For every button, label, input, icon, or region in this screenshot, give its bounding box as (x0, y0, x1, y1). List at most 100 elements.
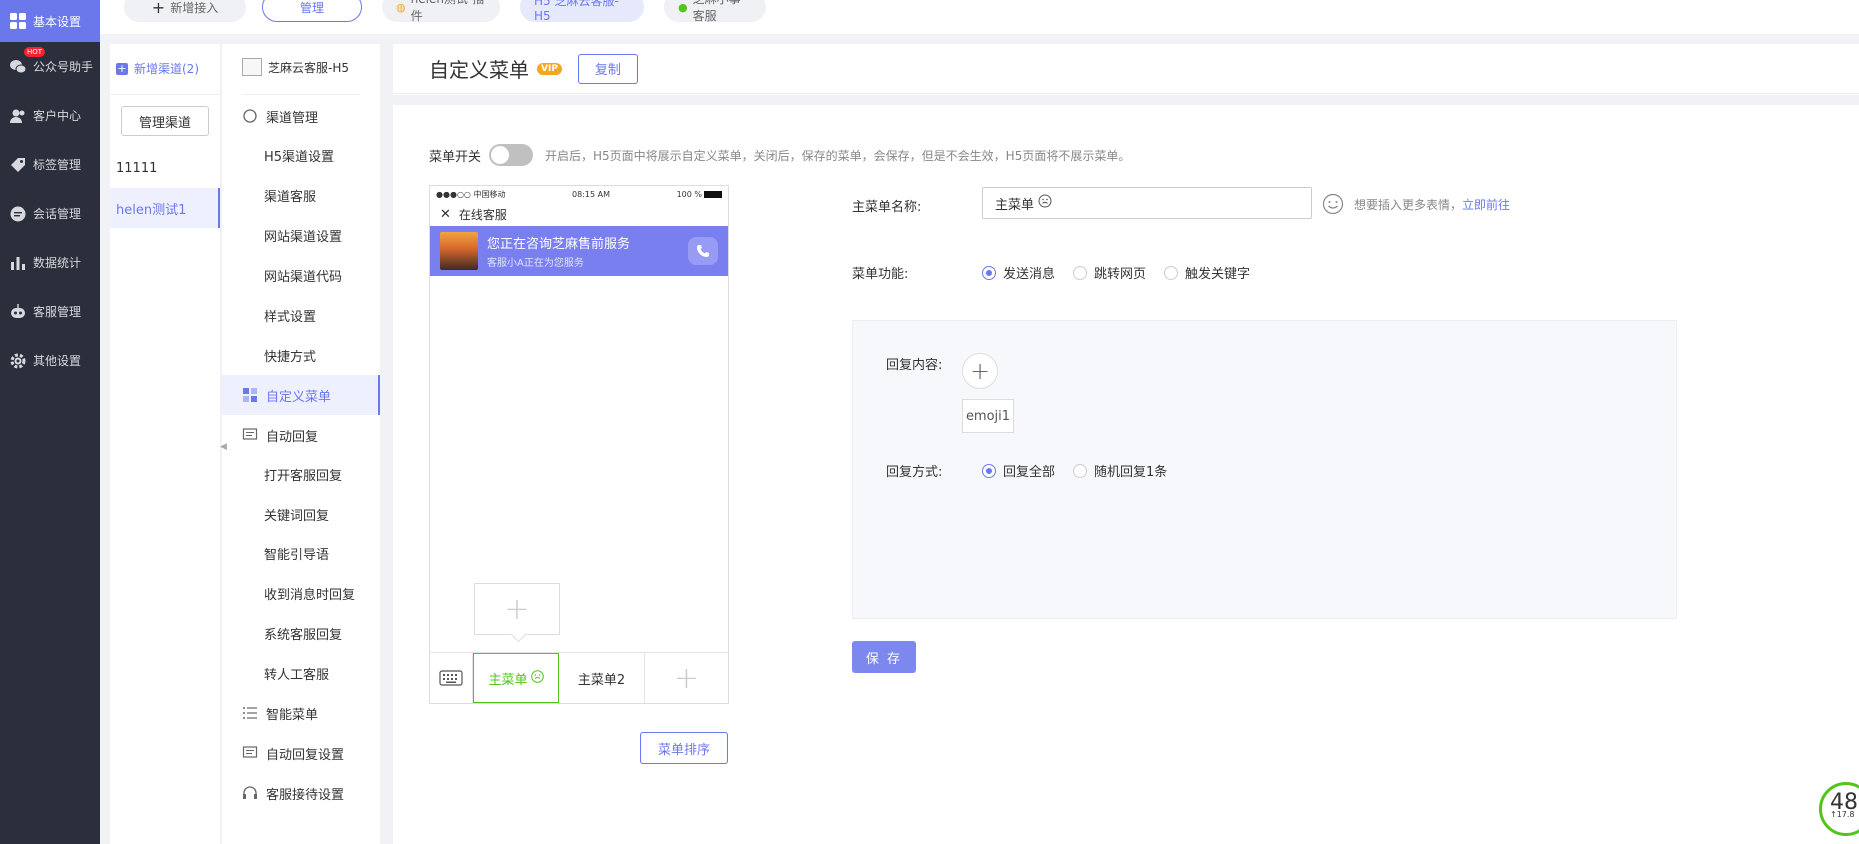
menu-item-transfer-human[interactable]: 转人工客服 (222, 653, 380, 693)
go-now-link[interactable]: 立即前往 (1462, 198, 1510, 212)
add-submenu-button[interactable]: + (474, 583, 560, 635)
emoji-hint-text: 想要插入更多表情， (1354, 198, 1463, 212)
radio-label: 发送消息 (1003, 267, 1056, 282)
hot-badge: HOT (24, 47, 46, 57)
nav-item-tag-management[interactable]: 标签管理 (0, 140, 100, 189)
channel-item-active[interactable]: helen测试1 (110, 188, 220, 228)
menu-group-reception-settings[interactable]: 客服接待设置 (222, 773, 380, 813)
main-menu-2[interactable]: 主菜单2 (559, 653, 645, 703)
close-icon: ✕ (440, 206, 451, 222)
menu-item-style-settings[interactable]: 样式设置 (222, 295, 380, 335)
tab-manage[interactable]: 管理 (262, 0, 362, 22)
menu-function-label: 菜单功能: (852, 267, 909, 282)
nav-item-data-statistics[interactable]: 数据统计 (0, 238, 100, 287)
nav-label: 基本设置 (33, 14, 82, 29)
menu-item-h5-settings[interactable]: H5渠道设置 (222, 135, 380, 175)
tab-new-access[interactable]: + 新增接入 (124, 0, 246, 22)
tab-label: 新增接入 (170, 0, 219, 15)
nav-item-wechat-assistant[interactable]: HOT 公众号助手 (0, 42, 100, 91)
copy-button[interactable]: 复制 (577, 53, 638, 84)
manage-channels-button[interactable]: 管理渠道 (121, 106, 209, 136)
menu-group-auto-reply[interactable]: 自动回复 (222, 415, 380, 455)
menu-function-radios: 发送消息 跳转网页 触发关键字 (982, 263, 1268, 282)
radio-dot (982, 265, 996, 280)
menu-item-keyword-reply[interactable]: 关键词回复 (222, 494, 380, 534)
tab-mini-program[interactable]: ● 芝麻小事客服 (664, 0, 766, 23)
save-button[interactable]: 保 存 (852, 641, 916, 673)
add-channel-button[interactable]: + 新增渠道(2) (116, 60, 199, 77)
emoji-face-icon (530, 669, 544, 687)
reply-mode-radios: 回复全部 随机回复1条 (982, 461, 1185, 480)
main-menu-1[interactable]: 主菜单 (473, 653, 559, 703)
section-gap (393, 95, 1859, 105)
nav-item-basic-settings[interactable]: 基本设置 (0, 0, 100, 42)
menu-item-open-reply[interactable]: 打开客服回复 (222, 454, 380, 494)
menu-sort-button[interactable]: 菜单排序 (640, 732, 728, 764)
menu-name-input[interactable]: 主菜单 (982, 187, 1312, 219)
menu-group-smart-menu[interactable]: 智能菜单 (222, 693, 380, 733)
radio-reply-random[interactable]: 随机回复1条 (1073, 461, 1167, 480)
service-banner: 您正在咨询芝麻售前服务 客服小A正在为您服务 (430, 226, 728, 276)
menu-item-smart-guide[interactable]: 智能引导语 (222, 533, 380, 573)
menu-group-channel-management[interactable]: 渠道管理 (222, 96, 380, 136)
nav-item-session-management[interactable]: 会话管理 (0, 189, 100, 238)
wechat-icon: ● (678, 0, 688, 14)
menu-item-web-code[interactable]: 网站渠道代码 (222, 255, 380, 295)
menu-item-channel-agents[interactable]: 渠道客服 (222, 175, 380, 215)
menu-name-value: 主菜单 (995, 197, 1035, 213)
menu-group-auto-reply-settings[interactable]: 自动回复设置 (222, 733, 380, 773)
menu-label: 自动回复设置 (266, 747, 345, 763)
radio-dot (1164, 265, 1179, 280)
divider (110, 94, 220, 95)
nav-item-customer-center[interactable]: 客户中心 (0, 91, 100, 140)
nav-item-agent-management[interactable]: 客服管理 (0, 287, 100, 336)
menu-item-system-reply[interactable]: 系统客服回复 (222, 613, 380, 653)
add-reply-button[interactable]: + (962, 353, 998, 389)
menu-label: 智能菜单 (266, 707, 319, 723)
menu-label: 自动回复 (266, 429, 319, 445)
reply-item-chip[interactable]: emoji1 (962, 399, 1014, 433)
bar-chart-icon (9, 254, 27, 272)
tab-label: H5 芝麻云客服-H5 (534, 0, 619, 23)
message-icon (242, 427, 258, 443)
tab-h5[interactable]: H5 芝麻云客服-H5 (520, 0, 644, 23)
radio-reply-all[interactable]: 回复全部 (982, 461, 1055, 480)
add-channel-label: 新增渠道(2) (134, 62, 199, 76)
page-title: 自定义菜单 (429, 58, 529, 82)
channel-item[interactable]: 11111 (110, 148, 220, 188)
radio-jump-page[interactable]: 跳转网页 (1073, 263, 1146, 282)
menu-item-web-settings[interactable]: 网站渠道设置 (222, 215, 380, 255)
radio-dot (1073, 463, 1088, 478)
menu-item-message-reply[interactable]: 收到消息时回复 (222, 573, 380, 613)
smile-icon[interactable] (1322, 193, 1344, 215)
carrier: ●●●○○ 中国移动 (436, 189, 506, 199)
headset-icon (242, 785, 258, 801)
tab-plugin[interactable]: ◍ helen测试-插件 (382, 0, 500, 23)
app-root: 基本设置 HOT 公众号助手 客户中心 标签管理 会话管理 数据统计 客服管理 (0, 0, 1859, 844)
phone-header-title: 在线客服 (458, 207, 507, 222)
emoji-face-icon (1038, 194, 1052, 212)
message-icon (242, 745, 258, 761)
plus-icon: + (151, 0, 166, 17)
banner-title: 您正在咨询芝麻售前服务 (487, 237, 631, 252)
radio-label: 随机回复1条 (1094, 465, 1168, 480)
menu-label: 客服接待设置 (266, 787, 345, 803)
phone-status-bar: ●●●○○ 中国移动 08:15 AM 100 % (430, 186, 728, 202)
custom-menu-icon (242, 387, 258, 403)
menu-toggle[interactable] (489, 144, 534, 166)
keyboard-icon[interactable] (430, 653, 473, 703)
menu-item-shortcuts[interactable]: 快捷方式 (222, 335, 380, 375)
left-nav: 基本设置 HOT 公众号助手 客户中心 标签管理 会话管理 数据统计 客服管理 (0, 0, 100, 844)
radio-trigger-keyword[interactable]: 触发关键字 (1164, 263, 1250, 282)
menu-item-custom-menu[interactable]: 自定义菜单 (222, 375, 380, 415)
reply-content-label: 回复内容: (886, 358, 943, 373)
radio-send-message[interactable]: 发送消息 (982, 263, 1055, 282)
phone-preview: ●●●○○ 中国移动 08:15 AM 100 % ✕ 在线客服 您正在咨询芝麻… (429, 185, 729, 704)
users-icon (9, 107, 27, 125)
chat-icon (9, 205, 27, 223)
tab-label: 芝麻小事客服 (692, 0, 741, 23)
add-main-menu-button[interactable]: + (645, 653, 728, 703)
radio-label: 跳转网页 (1094, 267, 1147, 282)
nav-item-other-settings[interactable]: 其他设置 (0, 336, 100, 385)
list-icon (242, 705, 258, 721)
